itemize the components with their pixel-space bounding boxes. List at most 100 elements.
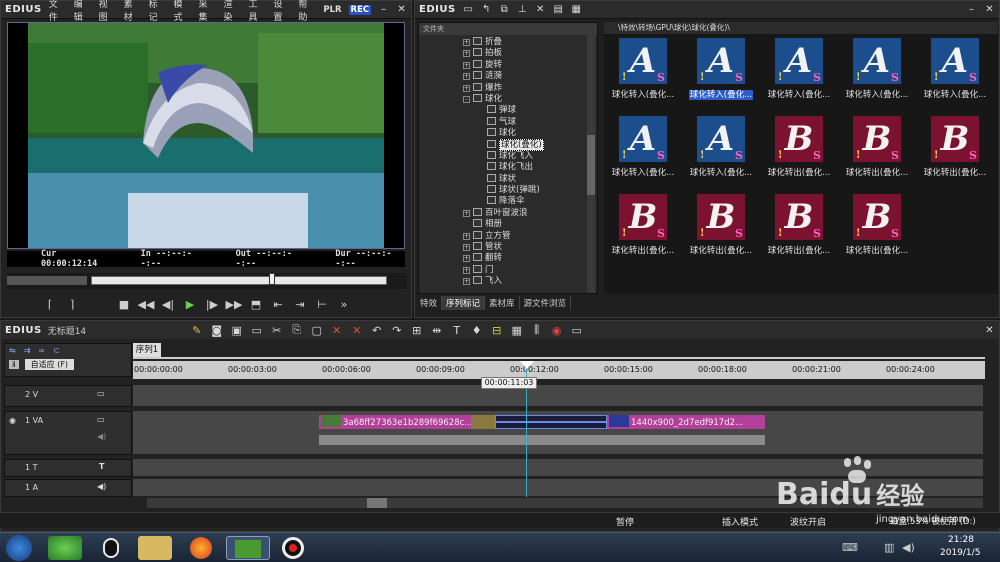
expand-toggle-icon[interactable]: +: [463, 50, 470, 58]
sequence-icon[interactable]: ▣: [230, 324, 244, 337]
va1-monitor-icon[interactable]: ▭: [97, 415, 105, 424]
tree-node[interactable]: + 爆炸: [463, 82, 597, 94]
minimize-icon[interactable]: –: [378, 4, 389, 15]
timeline-hscrollbar[interactable]: [147, 498, 983, 508]
tab-bin[interactable]: 素材库: [485, 296, 520, 310]
tray-volume-icon[interactable]: ◀): [902, 541, 915, 554]
status-insert-mode[interactable]: 插入模式: [722, 515, 758, 528]
folder-icon[interactable]: ▭: [463, 4, 474, 15]
shuttle-bar[interactable]: [91, 276, 387, 285]
effect-thumbnail[interactable]: A! S 球化转入(叠化...: [842, 38, 912, 108]
clock-time[interactable]: 21:28: [948, 535, 974, 545]
time-ruler[interactable]: 00:00:00:00 00:00:03:00 00:00:06:00 00:00:0…: [133, 361, 985, 379]
tree-node[interactable]: + 立方管: [463, 230, 597, 242]
menu-clip[interactable]: 素材: [124, 0, 142, 23]
tab-sequence-markers[interactable]: 序列标记: [442, 296, 486, 310]
view-mode-icon[interactable]: ▦: [571, 4, 582, 15]
loop-icon[interactable]: ⬒: [247, 296, 265, 314]
tree-node[interactable]: + 涟漪: [463, 71, 597, 82]
mark-out-icon[interactable]: ⌉: [63, 296, 81, 314]
effect-thumbnail[interactable]: B! S 球化转出(叠化...: [764, 194, 834, 264]
overwrite-to-timeline-icon[interactable]: ⇥: [291, 296, 309, 314]
menu-view[interactable]: 视图: [99, 0, 117, 23]
scrub-handle[interactable]: [269, 273, 275, 285]
qq-icon[interactable]: [94, 536, 128, 560]
t1-title-icon[interactable]: T: [99, 462, 104, 471]
rec-toggle[interactable]: REC: [348, 4, 372, 15]
timeline-insert-icon[interactable]: ⊥: [517, 4, 528, 15]
rewind-icon[interactable]: ◀◀: [137, 296, 155, 314]
audio-mixer-icon[interactable]: ⫼: [530, 323, 544, 337]
track-row-v2[interactable]: [133, 385, 983, 407]
play-icon[interactable]: ▶: [181, 296, 199, 314]
effect-thumbnail[interactable]: B! S 球化转出(叠化...: [686, 194, 756, 264]
timeline-clip-2[interactable]: 1440x900_2d7edf917d2...: [607, 415, 765, 429]
split-icon[interactable]: ⇹: [430, 324, 444, 337]
timeline-clip-1[interactable]: 3a68ff27363e1b289f69628c...: [319, 415, 471, 429]
position-slider[interactable]: [7, 273, 407, 289]
ripple-delete-icon[interactable]: ✕: [350, 324, 364, 337]
firefox-icon[interactable]: [184, 536, 218, 560]
effect-thumbnail[interactable]: A! S 球化转入(叠化...: [686, 116, 756, 186]
tree-node[interactable]: 降落伞: [463, 196, 597, 207]
paste-icon[interactable]: ▢: [310, 324, 324, 337]
tree-node[interactable]: 球状: [463, 173, 597, 185]
effect-thumbnail[interactable]: B! S 球化转出(叠化...: [842, 116, 912, 186]
transition-clip[interactable]: [495, 415, 607, 429]
title-icon[interactable]: T: [450, 324, 464, 337]
tree-scrollbar[interactable]: [587, 35, 595, 293]
tree-node[interactable]: 球化: [463, 128, 597, 139]
tray-keyboard-icon[interactable]: ⌨: [842, 541, 858, 554]
tree-node[interactable]: 相册: [463, 219, 597, 230]
tree-scroll-thumb[interactable]: [587, 135, 595, 195]
tree-node[interactable]: + 飞入: [463, 276, 597, 287]
new-project-icon[interactable]: ✎: [190, 324, 204, 337]
expand-toggle-icon[interactable]: -: [463, 95, 470, 103]
expand-toggle-icon[interactable]: +: [463, 39, 470, 46]
tree-node[interactable]: 球化飞出: [463, 162, 597, 173]
tree-node[interactable]: + 折叠: [463, 37, 597, 48]
effect-thumbnail[interactable]: A! S 球化转入(叠化...: [608, 38, 678, 108]
expand-toggle-icon[interactable]: +: [463, 84, 470, 92]
save-icon[interactable]: ▭: [250, 324, 264, 337]
transition-clip-left[interactable]: [471, 415, 495, 429]
effect-thumbnail[interactable]: B! S 球化转出(叠化...: [764, 116, 834, 186]
add-clip-icon[interactable]: ⧉: [499, 4, 510, 15]
effect-thumbnail[interactable]: A! S 球化转入(叠化...: [608, 116, 678, 186]
up-folder-icon[interactable]: ↰: [481, 4, 492, 15]
tree-node[interactable]: 球化飞入: [463, 150, 597, 162]
explorer-icon[interactable]: [138, 536, 172, 560]
tree-node[interactable]: 球状(弹跳): [463, 185, 597, 196]
menu-help[interactable]: 帮助: [298, 0, 316, 23]
tree-node[interactable]: + 百叶窗波浪: [463, 207, 597, 219]
delete-icon[interactable]: ✕: [535, 4, 546, 15]
track-row-t1[interactable]: [133, 459, 983, 477]
tree-node[interactable]: 气球: [463, 116, 597, 128]
tab-effects[interactable]: 特效: [416, 296, 443, 310]
track-row-va1[interactable]: 3a68ff27363e1b289f69628c... 1440x900_2d7…: [133, 411, 983, 455]
tree-node[interactable]: 弹球: [463, 105, 597, 116]
menu-capture[interactable]: 采集: [199, 0, 217, 23]
menu-marker[interactable]: 标记: [149, 0, 167, 23]
clock-date[interactable]: 2019/1/5: [940, 548, 980, 558]
start-button-icon[interactable]: [6, 535, 32, 561]
tree-node[interactable]: 球化(叠化): [463, 138, 597, 151]
fast-forward-icon[interactable]: ▶▶: [225, 296, 243, 314]
a1-speaker-icon[interactable]: ◀): [97, 482, 106, 491]
tree-node[interactable]: + 门: [463, 264, 597, 276]
expand-toggle-icon[interactable]: +: [463, 278, 470, 286]
menu-tools[interactable]: 工具: [248, 0, 266, 23]
open-project-icon[interactable]: ◙: [210, 324, 224, 337]
menu-edit[interactable]: 编辑: [74, 0, 92, 23]
expand-toggle-icon[interactable]: +: [463, 232, 470, 240]
properties-icon[interactable]: ▤: [553, 4, 564, 15]
edius-taskbar-icon[interactable]: [226, 536, 270, 560]
effect-thumbnail[interactable]: B! S 球化转出(叠化...: [920, 116, 990, 186]
menu-render[interactable]: 渲染: [223, 0, 241, 23]
sequence-tab[interactable]: 序列1: [133, 343, 161, 357]
mark-in-icon[interactable]: ⌈: [41, 296, 59, 314]
expand-toggle-icon[interactable]: +: [463, 266, 470, 274]
va1-speaker-icon[interactable]: ◀): [97, 432, 106, 441]
app-360-icon[interactable]: [48, 536, 82, 560]
track-mode-icon[interactable]: ⇋: [9, 346, 16, 355]
